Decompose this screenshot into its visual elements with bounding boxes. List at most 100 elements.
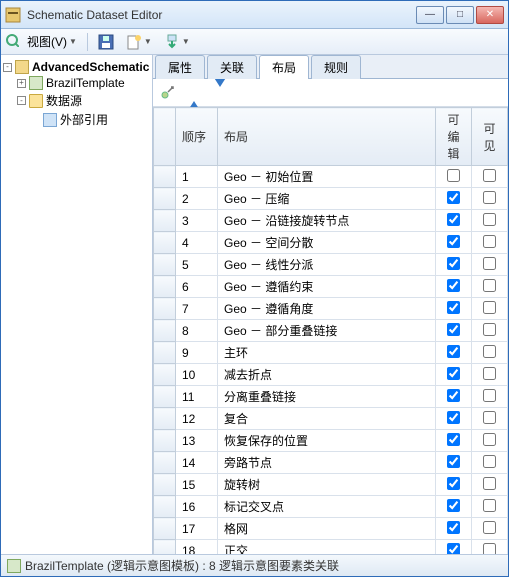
close-button[interactable]: ✕ <box>476 6 504 24</box>
row-header[interactable] <box>154 188 176 210</box>
cell-visible[interactable] <box>472 254 508 276</box>
row-header[interactable] <box>154 496 176 518</box>
row-header[interactable] <box>154 298 176 320</box>
cell-order[interactable]: 6 <box>176 276 218 298</box>
visible-checkbox[interactable] <box>483 389 496 402</box>
cell-layout[interactable]: 主环 <box>218 342 436 364</box>
visible-checkbox[interactable] <box>483 301 496 314</box>
editable-checkbox[interactable] <box>447 235 460 248</box>
row-header[interactable] <box>154 254 176 276</box>
cell-editable[interactable] <box>436 254 472 276</box>
editable-checkbox[interactable] <box>447 345 460 358</box>
table-row[interactable]: 11分离重叠链接 <box>154 386 508 408</box>
cell-editable[interactable] <box>436 430 472 452</box>
row-header[interactable] <box>154 276 176 298</box>
editable-checkbox[interactable] <box>447 433 460 446</box>
col-order[interactable]: 顺序 <box>176 108 218 166</box>
cell-layout[interactable]: 减去折点 <box>218 364 436 386</box>
visible-checkbox[interactable] <box>483 235 496 248</box>
editable-checkbox[interactable] <box>447 367 460 380</box>
tree-template[interactable]: + BrazilTemplate <box>3 75 150 91</box>
table-row[interactable]: 13恢复保存的位置 <box>154 430 508 452</box>
cell-layout[interactable]: Geo － 线性分派 <box>218 254 436 276</box>
cell-layout[interactable]: 旁路节点 <box>218 452 436 474</box>
tree-external-ref[interactable]: 外部引用 <box>3 110 150 129</box>
tab-0[interactable]: 属性 <box>155 55 205 79</box>
view-menu[interactable]: 视图(V) ▼ <box>23 31 81 52</box>
cell-layout[interactable]: 标记交叉点 <box>218 496 436 518</box>
cell-layout[interactable]: Geo － 初始位置 <box>218 166 436 188</box>
col-layout[interactable]: 布局 <box>218 108 436 166</box>
visible-checkbox[interactable] <box>483 257 496 270</box>
cell-layout[interactable]: Geo － 遵循角度 <box>218 298 436 320</box>
minimize-button[interactable]: — <box>416 6 444 24</box>
row-header[interactable] <box>154 408 176 430</box>
move-down-button[interactable] <box>211 87 229 101</box>
visible-checkbox[interactable] <box>483 323 496 336</box>
visible-checkbox[interactable] <box>483 521 496 534</box>
table-row[interactable]: 8Geo － 部分重叠链接 <box>154 320 508 342</box>
cell-editable[interactable] <box>436 188 472 210</box>
cell-order[interactable]: 17 <box>176 518 218 540</box>
cell-layout[interactable]: Geo － 部分重叠链接 <box>218 320 436 342</box>
expander-icon[interactable]: - <box>17 96 26 105</box>
cell-order[interactable]: 4 <box>176 232 218 254</box>
cell-editable[interactable] <box>436 298 472 320</box>
cell-editable[interactable] <box>436 166 472 188</box>
cell-visible[interactable] <box>472 342 508 364</box>
row-header[interactable] <box>154 518 176 540</box>
tree-root[interactable]: - AdvancedSchematic <box>3 59 150 75</box>
editable-checkbox[interactable] <box>447 323 460 336</box>
cell-order[interactable]: 10 <box>176 364 218 386</box>
cell-order[interactable]: 8 <box>176 320 218 342</box>
cell-order[interactable]: 13 <box>176 430 218 452</box>
cell-layout[interactable]: Geo － 压缩 <box>218 188 436 210</box>
editable-checkbox[interactable] <box>447 301 460 314</box>
cell-visible[interactable] <box>472 540 508 555</box>
row-header[interactable] <box>154 342 176 364</box>
import-button[interactable]: ▼ <box>160 32 194 52</box>
editable-checkbox[interactable] <box>447 257 460 270</box>
cell-layout[interactable]: 格网 <box>218 518 436 540</box>
cell-visible[interactable] <box>472 496 508 518</box>
editable-checkbox[interactable] <box>447 389 460 402</box>
table-row[interactable]: 3Geo － 沿链接旋转节点 <box>154 210 508 232</box>
row-header[interactable] <box>154 320 176 342</box>
editable-checkbox[interactable] <box>447 279 460 292</box>
cell-editable[interactable] <box>436 452 472 474</box>
cell-layout[interactable]: 分离重叠链接 <box>218 386 436 408</box>
visible-checkbox[interactable] <box>483 213 496 226</box>
cell-visible[interactable] <box>472 188 508 210</box>
cell-visible[interactable] <box>472 232 508 254</box>
cell-layout[interactable]: Geo － 空间分散 <box>218 232 436 254</box>
table-row[interactable]: 15旋转树 <box>154 474 508 496</box>
cell-editable[interactable] <box>436 210 472 232</box>
visible-checkbox[interactable] <box>483 477 496 490</box>
table-row[interactable]: 7Geo － 遵循角度 <box>154 298 508 320</box>
cell-order[interactable]: 18 <box>176 540 218 555</box>
maximize-button[interactable]: □ <box>446 6 474 24</box>
cell-order[interactable]: 12 <box>176 408 218 430</box>
table-row[interactable]: 14旁路节点 <box>154 452 508 474</box>
visible-checkbox[interactable] <box>483 433 496 446</box>
cell-layout[interactable]: 复合 <box>218 408 436 430</box>
generate-icon[interactable] <box>159 83 177 104</box>
cell-layout[interactable]: 恢复保存的位置 <box>218 430 436 452</box>
row-header[interactable] <box>154 166 176 188</box>
cell-editable[interactable] <box>436 364 472 386</box>
visible-checkbox[interactable] <box>483 367 496 380</box>
cell-visible[interactable] <box>472 276 508 298</box>
cell-order[interactable]: 16 <box>176 496 218 518</box>
cell-order[interactable]: 7 <box>176 298 218 320</box>
cell-editable[interactable] <box>436 276 472 298</box>
table-row[interactable]: 6Geo － 遵循约束 <box>154 276 508 298</box>
cell-editable[interactable] <box>436 496 472 518</box>
cell-visible[interactable] <box>472 386 508 408</box>
row-header[interactable] <box>154 386 176 408</box>
editable-checkbox[interactable] <box>447 499 460 512</box>
row-header[interactable] <box>154 232 176 254</box>
tab-1[interactable]: 关联 <box>207 55 257 79</box>
table-row[interactable]: 17格网 <box>154 518 508 540</box>
cell-visible[interactable] <box>472 320 508 342</box>
editable-checkbox[interactable] <box>447 169 460 182</box>
